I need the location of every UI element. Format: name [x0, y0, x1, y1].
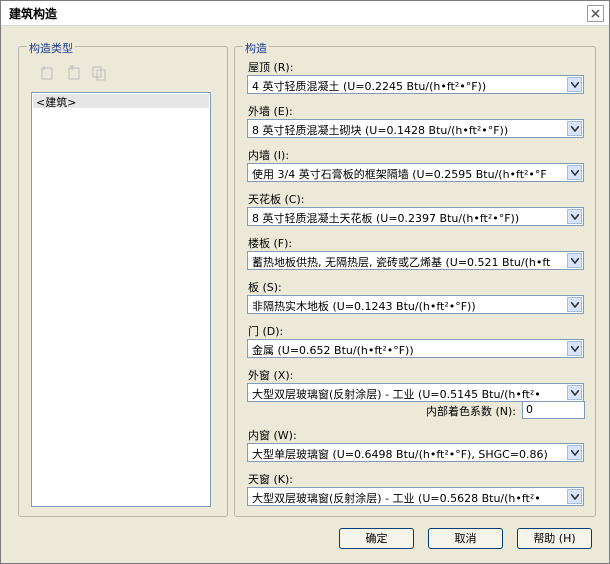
construction-dialog: 建筑构造 构造类型 <建筑> 构造 屋顶 (R): 4 英寸轻质混凝土 (U=0… [0, 0, 610, 564]
exterior-wall-value: 8 英寸轻质混凝土砌块 (U=0.1428 Btu/(h•ft²•°F)) [252, 124, 509, 137]
chevron-down-icon[interactable] [567, 165, 582, 180]
chevron-down-icon[interactable] [567, 209, 582, 224]
exterior-window-select[interactable]: 大型双层玻璃窗(反射涂层) - 工业 (U=0.5145 Btu/(h•ft²• [247, 383, 584, 402]
skylight-label: 天窗 (K): [248, 473, 293, 486]
interior-wall-value: 使用 3/4 英寸石膏板的框架隔墙 (U=0.2595 Btu/(h•ft²•°… [252, 168, 547, 181]
chevron-down-icon[interactable] [567, 385, 582, 400]
roof-value: 4 英寸轻质混凝土 (U=0.2245 Btu/(h•ft²•°F)) [252, 80, 487, 93]
construction-types-list[interactable]: <建筑> [31, 92, 211, 507]
interior-window-label: 内窗 (W): [248, 429, 297, 442]
skylight-select[interactable]: 大型双层玻璃窗(反射涂层) - 工业 (U=0.5628 Btu/(h•ft²• [247, 487, 584, 506]
door-value: 金属 (U=0.652 Btu/(h•ft²•°F)) [252, 344, 414, 357]
construction-types-group: 构造类型 <建筑> [18, 40, 228, 517]
chevron-down-icon[interactable] [567, 297, 582, 312]
dialog-title: 建筑构造 [9, 7, 58, 21]
chevron-down-icon[interactable] [567, 445, 582, 460]
door-select[interactable]: 金属 (U=0.652 Btu/(h•ft²•°F)) [247, 339, 584, 358]
title-bar: 建筑构造 [1, 1, 609, 26]
construction-label: 构造 [243, 40, 269, 56]
list-item-building[interactable]: <建筑> [33, 94, 209, 109]
interior-wall-label: 内墙 (I): [248, 149, 290, 162]
ceiling-select[interactable]: 8 英寸轻质混凝土天花板 (U=0.2397 Btu/(h•ft²•°F)) [247, 207, 584, 226]
chevron-down-icon[interactable] [567, 77, 582, 92]
exterior-window-value: 大型双层玻璃窗(反射涂层) - 工业 (U=0.5145 Btu/(h•ft²• [252, 388, 541, 401]
construction-group: 构造 屋顶 (R): 4 英寸轻质混凝土 (U=0.2245 Btu/(h•ft… [234, 40, 596, 517]
door-label: 门 (D): [248, 325, 284, 338]
chevron-down-icon[interactable] [567, 121, 582, 136]
skylight-value: 大型双层玻璃窗(反射涂层) - 工业 (U=0.5628 Btu/(h•ft²• [252, 492, 541, 505]
close-icon [591, 9, 600, 18]
new-icon[interactable] [39, 65, 55, 81]
construction-types-label: 构造类型 [27, 40, 75, 56]
ceiling-label: 天花板 (C): [248, 193, 305, 206]
chevron-down-icon[interactable] [567, 341, 582, 356]
chevron-down-icon[interactable] [567, 489, 582, 504]
interior-wall-select[interactable]: 使用 3/4 英寸石膏板的框架隔墙 (U=0.2595 Btu/(h•ft²•°… [247, 163, 584, 182]
exterior-wall-label: 外墙 (E): [248, 105, 293, 118]
floor-value: 蓄热地板供热, 无隔热层, 瓷砖或乙烯基 (U=0.521 Btu/(h•ft [252, 256, 551, 269]
floor-select[interactable]: 蓄热地板供热, 无隔热层, 瓷砖或乙烯基 (U=0.521 Btu/(h•ft [247, 251, 584, 270]
exterior-wall-select[interactable]: 8 英寸轻质混凝土砌块 (U=0.1428 Btu/(h•ft²•°F)) [247, 119, 584, 138]
slab-value: 非隔热实木地板 (U=0.1243 Btu/(h•ft²•°F)) [252, 300, 476, 313]
roof-select[interactable]: 4 英寸轻质混凝土 (U=0.2245 Btu/(h•ft²•°F)) [247, 75, 584, 94]
cancel-button[interactable]: 取消 [428, 528, 503, 549]
help-button[interactable]: 帮助 (H) [517, 528, 592, 549]
close-button[interactable] [587, 5, 604, 22]
interior-window-value: 大型单层玻璃窗 (U=0.6498 Btu/(h•ft²•°F), SHGC=0… [252, 448, 548, 461]
ceiling-value: 8 英寸轻质混凝土天花板 (U=0.2397 Btu/(h•ft²•°F)) [252, 212, 520, 225]
rename-icon[interactable] [66, 65, 82, 81]
exterior-window-label: 外窗 (X): [248, 369, 294, 382]
ok-button[interactable]: 确定 [339, 528, 414, 549]
interior-window-select[interactable]: 大型单层玻璃窗 (U=0.6498 Btu/(h•ft²•°F), SHGC=0… [247, 443, 584, 462]
shading-coefficient-label: 内部着色系数 (N): [425, 405, 516, 418]
slab-label: 板 (S): [248, 281, 282, 294]
chevron-down-icon[interactable] [567, 253, 582, 268]
roof-label: 屋顶 (R): [248, 61, 294, 74]
copy-icon[interactable] [91, 65, 107, 81]
shading-coefficient-input[interactable]: 0 [522, 401, 585, 419]
slab-select[interactable]: 非隔热实木地板 (U=0.1243 Btu/(h•ft²•°F)) [247, 295, 584, 314]
floor-label: 楼板 (F): [248, 237, 293, 250]
